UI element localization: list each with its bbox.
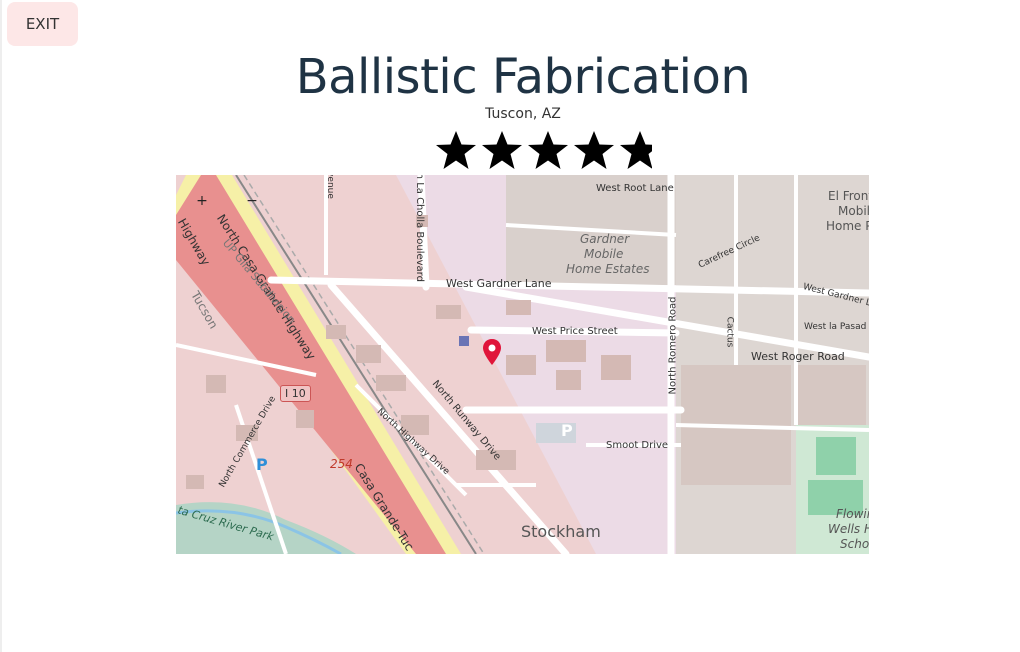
star-icon [526, 129, 570, 171]
exit-button[interactable]: EXIT [7, 2, 78, 46]
map-label-west-gardner-lane: West Gardner Lane [446, 277, 552, 290]
map-label-home-estates: Home Estates [566, 262, 650, 276]
zoom-out-button[interactable]: − [242, 193, 262, 209]
business-name: Ballistic Fabrication [295, 49, 751, 105]
map-label-schoo: Schoo [840, 537, 869, 551]
half-star-icon [618, 129, 652, 171]
map-label-smoot-drive: Smoot Drive [606, 440, 669, 451]
map-label-i10-shield: I 10 [280, 385, 311, 402]
star-icon [480, 129, 524, 171]
map-label-stockham: Stockham [521, 522, 601, 541]
star-rating [434, 129, 654, 171]
map-label-west-price-street: West Price Street [532, 326, 618, 337]
star-icon [434, 129, 478, 171]
map-label-route-254: 254 [330, 457, 353, 471]
map-label-cactus: Cactus [724, 316, 735, 348]
map-label-home-pe: Home Pe [826, 219, 869, 233]
map-label-el-front: El Front [828, 189, 869, 203]
location-map[interactable]: + − West Root Lane El Front Mobil Home P… [176, 175, 869, 554]
map-label-west-roger-road: West Roger Road [751, 350, 845, 363]
map-label-west-root-lane: West Root Lane [596, 183, 674, 194]
map-label-mobil: Mobil [838, 204, 869, 218]
map-label-wells-h: Wells H [828, 522, 869, 536]
map-label-west-la-pasada: West la Pasad [804, 322, 867, 332]
location-pin-icon[interactable] [482, 338, 502, 366]
map-tiles [176, 175, 869, 554]
map-square-marker [459, 336, 469, 346]
map-label-gardner: Gardner [580, 232, 630, 246]
star-icon [572, 129, 616, 171]
business-location: Tuscon, AZ [485, 106, 561, 122]
zoom-in-button[interactable]: + [192, 193, 212, 209]
parking-icon: P [561, 421, 573, 440]
map-label-flowing: Flowin [836, 507, 869, 521]
map-label-mobile: Mobile [584, 247, 624, 261]
map-label-north-romero-road: North Romero Road [667, 296, 679, 395]
map-label-north-la-cholla: North La Cholla Boulevard [413, 175, 425, 282]
parking-icon: P [256, 455, 268, 474]
map-label-avenue: venue [324, 175, 335, 199]
